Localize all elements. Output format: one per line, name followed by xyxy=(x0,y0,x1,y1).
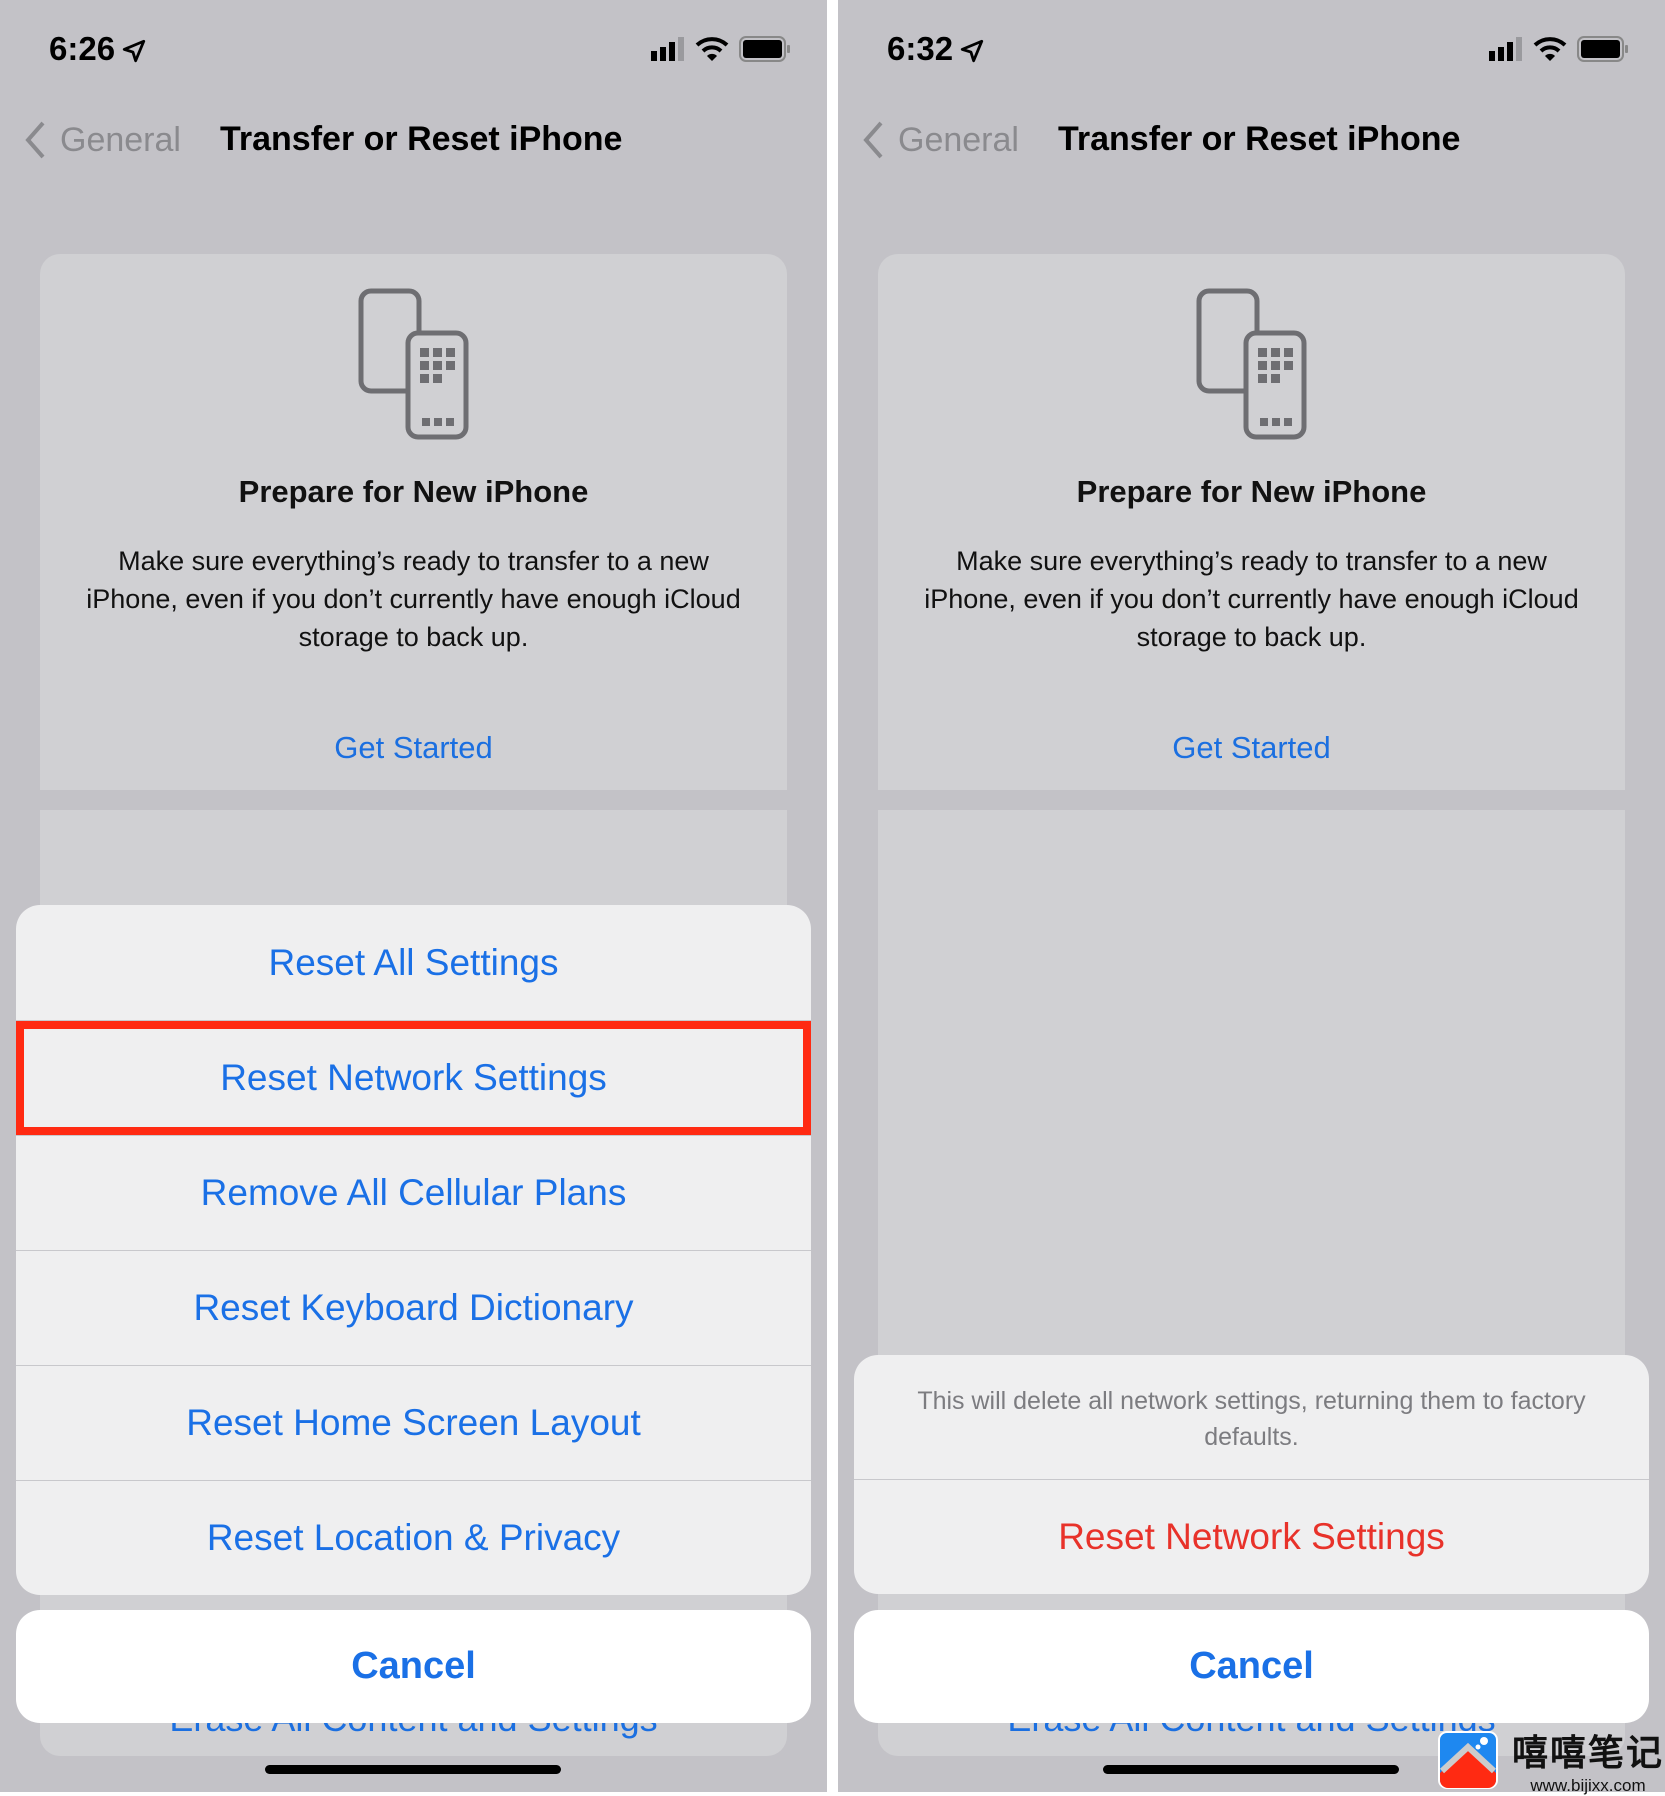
reset-keyboard-dictionary-option[interactable]: Reset Keyboard Dictionary xyxy=(16,1250,811,1365)
reset-network-settings-option[interactable]: Reset Network Settings xyxy=(16,1020,811,1135)
back-button[interactable]: General xyxy=(862,120,1019,160)
card-title: Prepare for New iPhone xyxy=(238,474,589,509)
battery-icon xyxy=(1577,36,1628,62)
page-title: Transfer or Reset iPhone xyxy=(1058,120,1461,158)
confirm-message: This will delete all network settings, r… xyxy=(917,1387,1586,1451)
cellular-signal-icon xyxy=(651,37,684,61)
cancel-button[interactable]: Cancel xyxy=(16,1610,811,1723)
home-indicator[interactable] xyxy=(265,1765,561,1774)
wifi-icon xyxy=(1533,37,1567,61)
status-time: 6:32 xyxy=(887,30,985,68)
highlight-box xyxy=(16,1021,811,1135)
get-started-link[interactable]: Get Started xyxy=(40,730,787,766)
watermark-logo xyxy=(1438,1731,1498,1789)
transfer-phones-icon xyxy=(358,288,469,440)
watermark-name: 嘻嘻笔记 xyxy=(1512,1732,1665,1773)
status-time: 6:26 xyxy=(49,30,147,68)
confirm-action-sheet: This will delete all network settings, r… xyxy=(854,1355,1649,1594)
back-label: General xyxy=(60,120,181,159)
left-screen: 6:26 General Transfer or Reset iPhone Pr… xyxy=(0,0,827,1792)
location-arrow-icon xyxy=(122,40,146,63)
chevron-left-icon xyxy=(25,121,45,159)
page-title: Transfer or Reset iPhone xyxy=(220,120,623,158)
right-screen: 6:32 General Transfer or Reset iPhone Pr… xyxy=(838,0,1665,1792)
back-label: General xyxy=(898,120,1019,159)
transfer-phones-icon xyxy=(1196,288,1307,440)
chevron-left-icon xyxy=(863,121,883,159)
reset-action-sheet: Reset All Settings Reset Network Setting… xyxy=(16,905,811,1595)
card-description: Make sure everything’s ready to transfer… xyxy=(86,546,741,652)
card-description: Make sure everything’s ready to transfer… xyxy=(924,546,1579,652)
wifi-icon xyxy=(695,37,729,61)
reset-home-screen-layout-option[interactable]: Reset Home Screen Layout xyxy=(16,1365,811,1480)
remove-cellular-plans-option[interactable]: Remove All Cellular Plans xyxy=(16,1135,811,1250)
watermark: 嘻嘻笔记 www.bijixx.com xyxy=(1438,1724,1664,1796)
reset-location-privacy-option[interactable]: Reset Location & Privacy xyxy=(16,1480,811,1595)
cellular-signal-icon xyxy=(1489,37,1522,61)
confirm-reset-network-button[interactable]: Reset Network Settings xyxy=(854,1479,1649,1594)
battery-icon xyxy=(739,36,790,62)
back-button[interactable]: General xyxy=(24,120,181,160)
home-indicator[interactable] xyxy=(1103,1765,1399,1774)
card-title: Prepare for New iPhone xyxy=(1076,474,1427,509)
cancel-button[interactable]: Cancel xyxy=(854,1610,1649,1723)
get-started-link[interactable]: Get Started xyxy=(878,730,1625,766)
location-arrow-icon xyxy=(960,40,984,63)
watermark-url: www.bijixx.com xyxy=(1530,1776,1646,1795)
reset-all-settings-option[interactable]: Reset All Settings xyxy=(16,905,811,1020)
